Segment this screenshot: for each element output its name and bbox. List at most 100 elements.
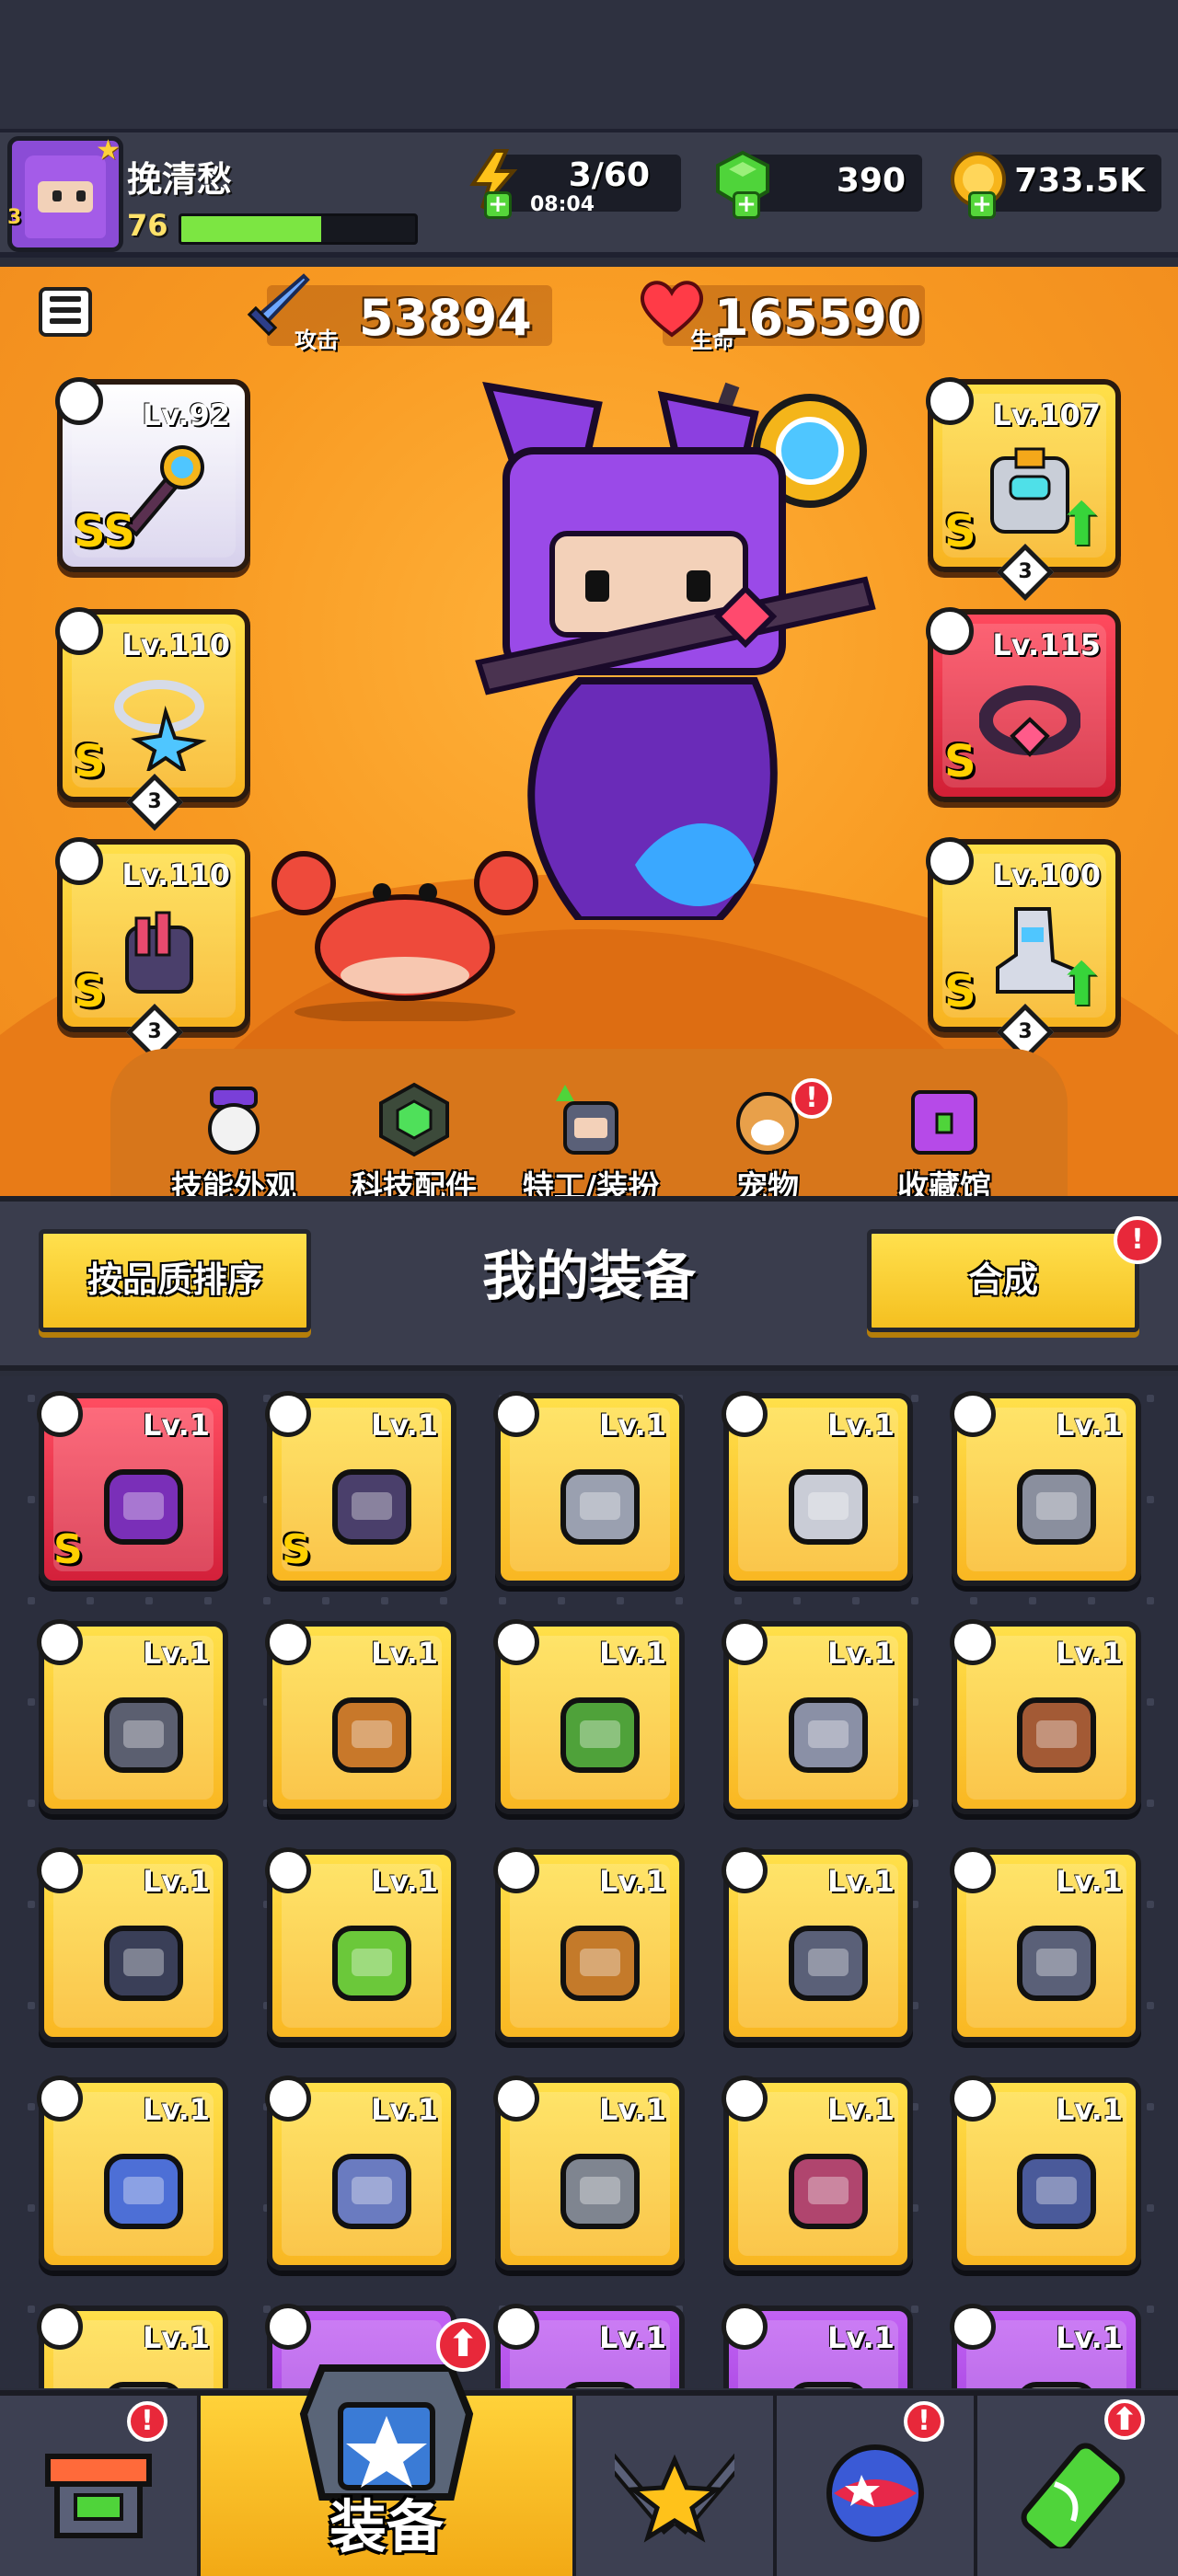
item-level: Lv.1: [826, 1636, 895, 1671]
menu-collection[interactable]: 收藏馆: [861, 1081, 1027, 1206]
inventory-item-rope-belt[interactable]: Lv.1: [493, 1847, 685, 2042]
menu-skill-skin[interactable]: 技能外观: [151, 1081, 317, 1206]
inventory-item-tooth-necklace[interactable]: Lv.1: [950, 1619, 1141, 1814]
equip-slot-armor[interactable]: Lv.107 S ⬆ 3: [926, 377, 1121, 602]
inventory-item-shotgun[interactable]: Lv.1: [37, 1619, 228, 1814]
inventory-item-mech-glove[interactable]: Lv.1: [493, 2076, 685, 2271]
item-level: Lv.1: [142, 1864, 210, 1899]
nav-equipment-label: 装备: [329, 2493, 444, 2560]
nav-battle[interactable]: [576, 2396, 777, 2576]
add-energy-button[interactable]: +: [484, 191, 512, 219]
inventory-item-shuriken-dagger[interactable]: Lv.1 S: [37, 1391, 228, 1586]
item-type-icon: [37, 1847, 83, 1893]
inventory-item-steel-armor[interactable]: Lv.1: [722, 1619, 913, 1814]
nav-equipment[interactable]: 装备: [201, 2364, 576, 2576]
add-gems-button[interactable]: +: [733, 191, 760, 219]
inventory-item-boot[interactable]: Lv.1: [37, 2304, 228, 2388]
equip-grade: SS: [74, 506, 135, 558]
upgrade-arrow-icon: ⬆: [1057, 951, 1106, 1019]
item-level: Lv.1: [370, 1864, 438, 1899]
attack-value: 53894: [359, 289, 532, 347]
nav-shop[interactable]: [0, 2396, 201, 2576]
inventory-item-sneaker[interactable]: Lv.1: [950, 2076, 1141, 2271]
pet-alert-badge: !: [791, 1078, 832, 1119]
steel-armor-icon: [789, 1697, 868, 1773]
menu-agent-outfit[interactable]: 特工/装扮: [508, 1081, 674, 1206]
energy-counter[interactable]: + 3/60 08:04: [469, 149, 681, 219]
claw-gauntlet-icon: [125, 911, 193, 994]
equip-slot-belt[interactable]: Lv.115 S: [926, 607, 1121, 802]
energy-value: 3/60: [568, 156, 650, 194]
leaf-armor-icon: [560, 1697, 640, 1773]
item-level: Lv.1: [598, 2320, 666, 2355]
equip-level: Lv.110: [121, 627, 230, 662]
inventory-item-weapon[interactable]: Lv.1: [722, 2304, 913, 2388]
item-grade: S: [53, 1526, 83, 1573]
attack-label: 攻击: [294, 328, 339, 353]
equip-grade: S: [944, 736, 976, 788]
inventory-item-gem-necklace[interactable]: Lv.1: [265, 1847, 456, 2042]
hp-value: 165590: [714, 289, 922, 347]
item-level: Lv.1: [1055, 1408, 1123, 1443]
inventory-item-weapon[interactable]: Lv.1: [493, 2304, 685, 2388]
equip-grade: S: [944, 506, 976, 558]
shop-icon: [45, 2454, 152, 2538]
add-gold-button[interactable]: +: [968, 191, 996, 219]
gold-value: 733.5K: [1014, 162, 1145, 200]
item-type-icon: [722, 1619, 768, 1665]
item-type-icon: [950, 1847, 996, 1893]
weapon-icon: [565, 2382, 635, 2388]
item-type-icon: [950, 1619, 996, 1665]
item-level: Lv.1: [142, 1408, 210, 1443]
inventory-item-fur-glove[interactable]: Lv.1: [37, 2076, 228, 2271]
equip-level: Lv.92: [142, 397, 230, 432]
necklace-type-icon: [55, 607, 103, 655]
menu-list-button[interactable]: [39, 287, 92, 337]
gem-necklace-icon: [332, 1926, 411, 2001]
player-name: 挽清愁: [127, 159, 233, 200]
inventory-item-star-belt[interactable]: Lv.1: [722, 1847, 913, 2042]
inventory-item-robot-glove[interactable]: Lv.1: [265, 2076, 456, 2271]
merge-button[interactable]: 合成: [867, 1229, 1139, 1332]
inventory-item-armor[interactable]: Lv.1: [950, 2304, 1141, 2388]
nav-dna[interactable]: [977, 2396, 1178, 2576]
item-level: Lv.1: [1055, 1864, 1123, 1899]
equip-slot-necklace[interactable]: Lv.110 S 3: [55, 607, 250, 832]
xp-progress-bar: [179, 213, 418, 245]
menu-tech-parts[interactable]: 科技配件: [331, 1081, 497, 1206]
inventory-item-spiked-boot[interactable]: Lv.1: [722, 2076, 913, 2271]
nav-planet[interactable]: [777, 2396, 977, 2576]
item-type-icon: [722, 1847, 768, 1893]
inventory-item-leaf-armor[interactable]: Lv.1: [493, 1619, 685, 1814]
item-level: Lv.1: [142, 2320, 210, 2355]
equip-level: Lv.115: [992, 627, 1101, 662]
inventory-item-spike-collar[interactable]: Lv.1: [37, 1847, 228, 2042]
gem-value: 390: [836, 162, 906, 200]
status-bar-area: [0, 0, 1178, 129]
equip-slot-boots[interactable]: Lv.100 S ⬆ 3: [926, 837, 1121, 1062]
tech-parts-icon: [379, 1082, 449, 1157]
gold-counter[interactable]: + 733.5K: [951, 152, 1161, 219]
merge-alert-badge: !: [1114, 1216, 1161, 1264]
boot-icon: [109, 2382, 179, 2388]
item-grade: S: [282, 1526, 311, 1573]
rope-belt-icon: [560, 1926, 640, 2001]
equipment-upgrade-badge: ⬆: [436, 2318, 490, 2372]
inventory-item-kunai[interactable]: Lv.1: [493, 1391, 685, 1586]
star-necklace-icon: [114, 680, 207, 771]
hp-stat: 生命 165590: [640, 281, 925, 353]
robot-glove-icon: [332, 2154, 411, 2229]
inventory-item-revolver[interactable]: Lv.1: [950, 1391, 1141, 1586]
inventory-item-katana[interactable]: Lv.1: [722, 1391, 913, 1586]
inventory-item-torch-club[interactable]: Lv.1: [265, 1619, 456, 1814]
item-type-icon: [265, 1391, 311, 1437]
gem-counter[interactable]: + 390: [716, 150, 922, 219]
item-level: Lv.1: [370, 1636, 438, 1671]
item-level: Lv.1: [598, 2092, 666, 2127]
inventory-item-claw-gauntlet[interactable]: Lv.1 S: [265, 1391, 456, 1586]
equip-grade: S: [74, 966, 106, 1018]
equip-slot-glove[interactable]: Lv.110 S 3: [55, 837, 250, 1062]
item-type-icon: [950, 2076, 996, 2122]
inventory-item-star-belt[interactable]: Lv.1: [950, 1847, 1141, 2042]
equip-slot-weapon[interactable]: Lv.92 SS: [55, 377, 250, 572]
